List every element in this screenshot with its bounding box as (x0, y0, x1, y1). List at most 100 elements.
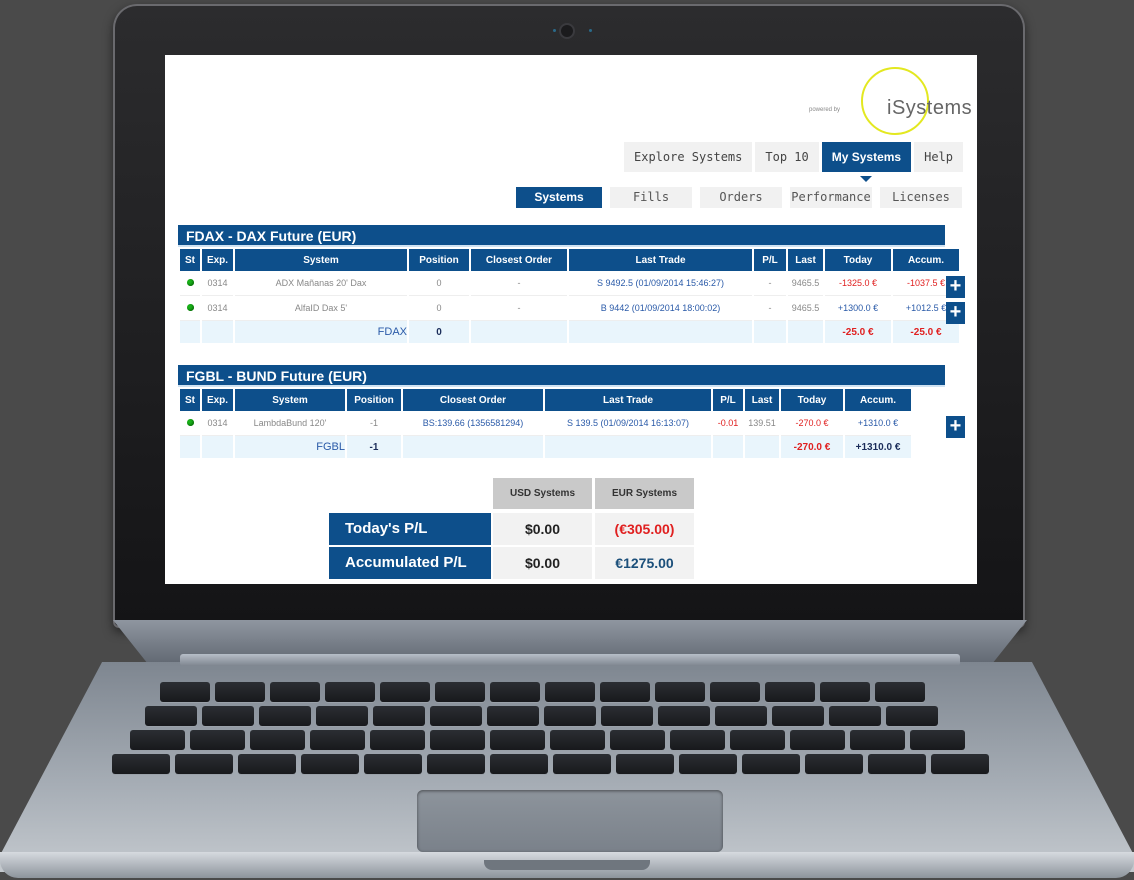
col-position[interactable]: Position (409, 249, 469, 271)
table-row[interactable]: 0314 AlfaID Dax 5' 0 - B 9442 (01/09/201… (180, 296, 959, 321)
col-last[interactable]: Last (788, 249, 823, 271)
add-fgbl-row-1-button[interactable]: + (946, 416, 965, 438)
keyboard-key (112, 754, 170, 774)
add-fdax-row-1-button[interactable]: + (946, 276, 965, 298)
keyboard-key (238, 754, 296, 774)
keyboard-key (875, 682, 925, 702)
summary-col-eur: EUR Systems (595, 478, 694, 509)
keyboard-row (145, 706, 938, 726)
keyboard-key (931, 754, 989, 774)
keyboard-key (601, 706, 653, 726)
col-closest-order[interactable]: Closest Order (403, 389, 543, 411)
total-label: FDAX (235, 321, 407, 343)
col-pl[interactable]: P/L (754, 249, 786, 271)
col-st[interactable]: St (180, 389, 200, 411)
cell-today: -1325.0 € (825, 271, 891, 296)
webcam-indicator (553, 29, 556, 32)
keyboard-key (658, 706, 710, 726)
keyboard-key (310, 730, 365, 750)
keyboard-key (600, 682, 650, 702)
cell-position: -1 (347, 411, 401, 436)
keyboard-key (145, 706, 197, 726)
status-dot-icon (186, 419, 194, 426)
accumulated-pl-eur: €1275.00 (595, 547, 694, 579)
col-system[interactable]: System (235, 389, 345, 411)
keyboard-key (765, 682, 815, 702)
total-accum: +1310.0 € (845, 436, 911, 458)
col-accum[interactable]: Accum. (845, 389, 911, 411)
fdax-table: St Exp. System Position Closest Order La… (178, 249, 961, 343)
total-today: -25.0 € (825, 321, 891, 343)
col-last[interactable]: Last (745, 389, 779, 411)
keyboard-key (215, 682, 265, 702)
keyboard-key (430, 730, 485, 750)
status-dot-icon (186, 279, 194, 286)
cell-last-trade[interactable]: B 9442 (01/09/2014 18:00:02) (569, 296, 752, 321)
table-total-row: FGBL -1 -270.0 € +1310.0 € (180, 436, 911, 458)
keyboard-key (250, 730, 305, 750)
keyboard-key (670, 730, 725, 750)
keyboard-key (175, 754, 233, 774)
keyboard-key (553, 754, 611, 774)
keyboard-key (710, 682, 760, 702)
col-accum[interactable]: Accum. (893, 249, 959, 271)
col-system[interactable]: System (235, 249, 407, 271)
subtab-licenses[interactable]: Licenses (880, 187, 962, 208)
keyboard-key (259, 706, 311, 726)
keyboard-key (490, 730, 545, 750)
total-position: 0 (409, 321, 469, 343)
col-exp[interactable]: Exp. (202, 249, 233, 271)
keyboard-key (868, 754, 926, 774)
cell-closest-order: - (471, 271, 567, 296)
keyboard-key (490, 754, 548, 774)
keyboard-key (715, 706, 767, 726)
subtab-performance[interactable]: Performance (790, 187, 872, 208)
subtab-orders[interactable]: Orders (700, 187, 782, 208)
total-accum: -25.0 € (893, 321, 959, 343)
col-st[interactable]: St (180, 249, 200, 271)
add-fdax-row-2-button[interactable]: + (946, 302, 965, 324)
tab-my-systems[interactable]: My Systems (821, 142, 912, 182)
cell-closest-order[interactable]: BS:139.66 (1356581294) (403, 411, 543, 436)
col-today[interactable]: Today (825, 249, 891, 271)
col-position[interactable]: Position (347, 389, 401, 411)
keyboard-key (610, 730, 665, 750)
cell-last: 139.51 (745, 411, 779, 436)
cell-last-trade[interactable]: S 139.5 (01/09/2014 16:13:07) (545, 411, 711, 436)
cell-last-trade[interactable]: S 9492.5 (01/09/2014 15:46:27) (569, 271, 752, 296)
cell-position: 0 (409, 271, 469, 296)
keyboard-key (490, 682, 540, 702)
cell-system: ADX Mañanas 20' Dax (235, 271, 407, 296)
col-today[interactable]: Today (781, 389, 843, 411)
keyboard-key (325, 682, 375, 702)
col-closest-order[interactable]: Closest Order (471, 249, 567, 271)
tab-top-10[interactable]: Top 10 (755, 142, 819, 172)
keyboard-key (316, 706, 368, 726)
table-header: St Exp. System Position Closest Order La… (180, 389, 911, 411)
col-last-trade[interactable]: Last Trade (569, 249, 752, 271)
total-position: -1 (347, 436, 401, 458)
keyboard-row (112, 754, 989, 774)
table-row[interactable]: 0314 ADX Mañanas 20' Dax 0 - S 9492.5 (0… (180, 271, 959, 296)
keyboard-key (655, 682, 705, 702)
col-last-trade[interactable]: Last Trade (545, 389, 711, 411)
tab-explore-systems[interactable]: Explore Systems (624, 142, 753, 172)
cell-system: LambdaBund 120' (235, 411, 345, 436)
screen: powered by iSystems Explore Systems Top … (165, 55, 977, 584)
table-total-row: FDAX 0 -25.0 € -25.0 € (180, 321, 959, 343)
keyboard-key (130, 730, 185, 750)
tab-help[interactable]: Help (914, 142, 964, 172)
table-header: St Exp. System Position Closest Order La… (180, 249, 959, 271)
keyboard-row (130, 730, 965, 750)
table-row[interactable]: 0314 LambdaBund 120' -1 BS:139.66 (13565… (180, 411, 911, 436)
keyboard-key (616, 754, 674, 774)
col-exp[interactable]: Exp. (202, 389, 233, 411)
keyboard-key (742, 754, 800, 774)
keyboard-key (772, 706, 824, 726)
subtab-systems[interactable]: Systems (516, 187, 602, 208)
cell-pl: - (754, 271, 786, 296)
keyboard-key (430, 706, 482, 726)
keyboard-key (790, 730, 845, 750)
col-pl[interactable]: P/L (713, 389, 743, 411)
subtab-fills[interactable]: Fills (610, 187, 692, 208)
